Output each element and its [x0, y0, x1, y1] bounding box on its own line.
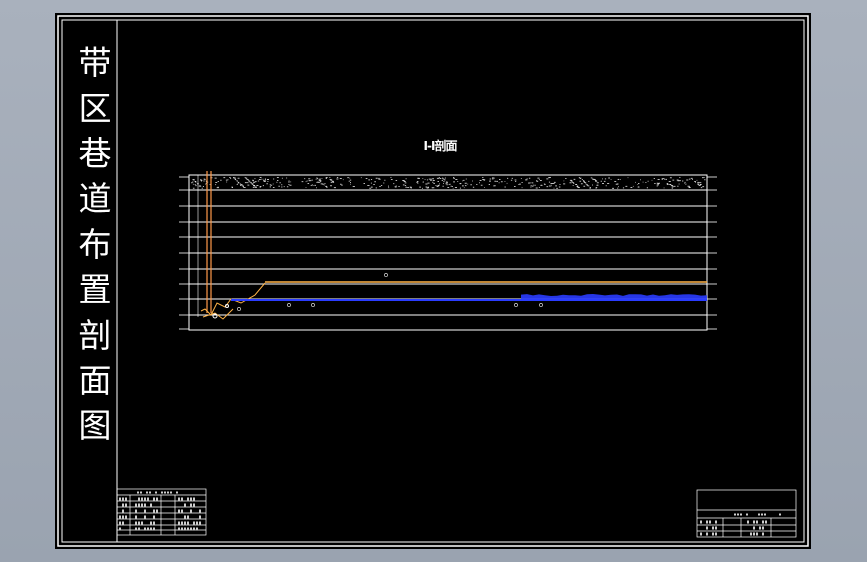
right-elevation-scale — [707, 176, 717, 330]
vertical-title-char: 布 — [78, 225, 112, 264]
vertical-title-char: 带 — [78, 43, 112, 82]
title-block-contents — [700, 513, 781, 536]
inner-frame — [61, 19, 805, 543]
vertical-title-char: 道 — [78, 179, 112, 218]
vertical-title-char: 剖 — [78, 316, 112, 355]
left-elevation-scale — [179, 176, 189, 330]
surface-stratum-hatch — [191, 177, 706, 189]
vertical-shaft — [197, 171, 212, 317]
vertical-title-char: 图 — [78, 406, 112, 445]
vertical-title-char: 置 — [78, 270, 112, 309]
section-grid — [188, 174, 708, 331]
outer-frame — [57, 15, 809, 547]
annotation-markers — [237, 273, 543, 311]
parameters-table — [116, 488, 207, 536]
vertical-title-char: 面 — [78, 361, 112, 400]
vertical-title-char: 巷 — [78, 134, 112, 173]
section-title: I-I剖面 — [423, 139, 458, 153]
vertical-title-char: 区 — [78, 89, 112, 128]
drawing-sheet: 带 区 巷 道 布 置 剖 面 图 I-I剖面 — [55, 13, 811, 549]
drawing-canvas — [57, 15, 809, 547]
coal-seam — [231, 294, 707, 301]
